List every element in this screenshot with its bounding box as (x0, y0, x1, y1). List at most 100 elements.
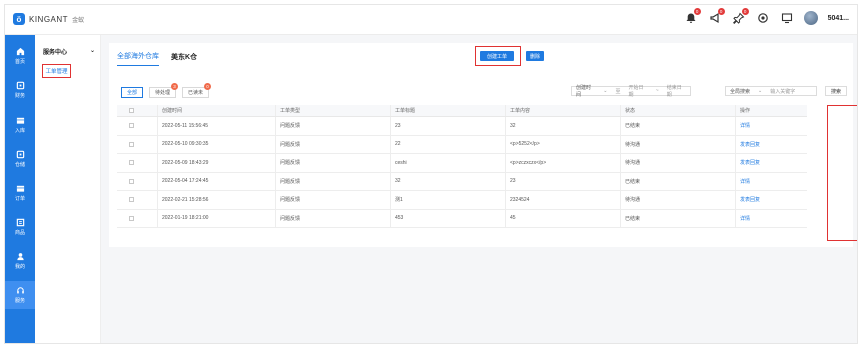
sidebar-item-inbound[interactable]: 入库 (5, 112, 35, 138)
create-ticket-button[interactable]: 创建工单 (480, 51, 514, 61)
sidebar-item-orders[interactable]: 订单 (5, 180, 35, 206)
main-sidebar: 首页 财务 入库 仓储 订单 商品 我的 服务 (5, 35, 35, 343)
table-row: 2022-05-09 18:43:29 问题反馈 ceshi <p>zczxcz… (117, 154, 807, 173)
action-details-link[interactable]: 详情 (735, 117, 807, 135)
wallet-icon (16, 81, 24, 90)
cell-status: 已结束 (620, 117, 735, 135)
cell-type: 问题反馈 (275, 117, 390, 135)
cell-time: 2022-05-10 09:30:35 (157, 135, 275, 153)
search-scope-select[interactable]: 全局搜索 (726, 88, 754, 95)
message-badge: 0 (717, 8, 725, 15)
cell-type: 问题反馈 (275, 154, 390, 172)
row-checkbox[interactable] (129, 123, 134, 129)
settings-icon[interactable] (756, 11, 770, 25)
row-checkbox[interactable] (129, 178, 134, 184)
cell-content: 32 (505, 117, 620, 135)
row-checkbox[interactable] (129, 160, 134, 166)
search-button-wrap: 搜索 (825, 86, 847, 96)
table-row: 2022-05-04 17:24:45 问题反馈 32 23 已结束 详情 (117, 172, 807, 191)
status-tab-pending[interactable]: 待处理 3 (149, 83, 179, 98)
headset-icon (16, 287, 24, 294)
cell-type: 问题反馈 (275, 135, 390, 153)
cell-title: 22 (390, 135, 505, 153)
end-date-input[interactable]: 结束日期 (663, 84, 690, 98)
main-panel: 全部海外仓库 美东K仓 创建工单 删除 全部 待处理 3 已读未 0 创建时间 … (109, 43, 857, 247)
sidebar-item-goods[interactable]: 商品 (5, 214, 35, 240)
row-checkbox[interactable] (129, 215, 134, 221)
sidebar-item-home[interactable]: 首页 (5, 43, 35, 69)
megaphone-icon[interactable]: 0 (708, 8, 725, 25)
username[interactable]: 5041... (828, 15, 849, 22)
action-details-link[interactable]: 详情 (735, 172, 807, 190)
ticket-table: 创建时间 工单类型 工单标题 工单内容 状态 操作 2022-05-11 15:… (117, 105, 807, 228)
search-input[interactable]: 输入关键字 (766, 88, 799, 95)
tab-us-east-k[interactable]: 美东K仓 (171, 52, 197, 66)
cell-content: <p>5252</p> (505, 135, 620, 153)
column-header: 操作 (735, 105, 807, 116)
top-bar: ö KINGANT 金蚁 0 0 0 5041... (5, 5, 857, 35)
action-reply-link[interactable]: 发表回复 (735, 154, 807, 172)
range-separator: ~ (655, 88, 659, 94)
date-separator: 至 (615, 88, 621, 95)
operations-highlight-box (827, 105, 857, 241)
column-header: 工单类型 (275, 105, 390, 116)
action-reply-link[interactable]: 发表回复 (735, 135, 807, 153)
cell-title: 测1 (390, 191, 505, 209)
cell-time: 2022-05-04 17:24:45 (157, 172, 275, 190)
sidebar-item-label: 入库 (14, 128, 25, 134)
table-row: 2022-01-19 18:21:00 问题反馈 453 45 已结束 详情 (117, 209, 807, 228)
cell-time: 2022-05-09 18:43:29 (157, 154, 275, 172)
cell-title: ceshi (390, 154, 505, 172)
cell-status: 待沟通 (620, 154, 735, 172)
cell-time: 2022-05-11 15:56:45 (157, 117, 275, 135)
chevron-down-icon: ⌄ (603, 88, 608, 94)
goods-icon (16, 218, 24, 227)
logo[interactable]: ö KINGANT 金蚁 (13, 13, 84, 25)
sidebar-item-profile[interactable]: 我的 (5, 248, 35, 274)
row-checkbox[interactable] (129, 141, 134, 147)
submenu-title: 服务中心 (43, 50, 68, 56)
status-tabs: 全部 待处理 3 已读未 0 (121, 83, 212, 98)
cell-title: 23 (390, 117, 505, 135)
cell-status: 待沟通 (620, 135, 735, 153)
order-icon (16, 185, 24, 192)
avatar[interactable] (803, 11, 818, 25)
count-badge: 3 (171, 83, 179, 90)
submenu-item-ticket-management[interactable]: 工单管理 (42, 64, 71, 78)
bell-icon[interactable]: 0 (684, 8, 701, 25)
home-icon (16, 47, 24, 56)
cell-title: 453 (390, 209, 505, 227)
tab-all-warehouses[interactable]: 全部海外仓库 (117, 51, 159, 66)
search-button[interactable]: 搜索 (825, 86, 847, 96)
sidebar-item-storage[interactable]: 仓储 (5, 146, 35, 172)
status-tab-label: 全部 (127, 90, 138, 96)
app-window: ö KINGANT 金蚁 0 0 0 5041... 首页 财务 入库 仓储 订… (4, 4, 858, 344)
action-reply-link[interactable]: 发表回复 (735, 191, 807, 209)
status-tab-label: 已读未 (188, 90, 204, 96)
sidebar-item-label: 订单 (14, 196, 25, 202)
status-tab-all[interactable]: 全部 (121, 87, 144, 98)
submenu-header[interactable]: 服务中心 ⌄ (43, 47, 95, 56)
action-details-link[interactable]: 详情 (735, 209, 807, 227)
delete-button[interactable]: 删除 (526, 51, 544, 61)
table-row: 2022-05-10 09:30:35 问题反馈 22 <p>5252</p> … (117, 135, 807, 154)
sidebar-item-label: 我的 (14, 264, 25, 270)
row-checkbox[interactable] (129, 197, 134, 203)
date-filter: 创建时间 ⌄ 至 开始日期 ~ 结束日期 (571, 84, 691, 98)
user-icon (16, 253, 24, 261)
sidebar-item-label: 财务 (14, 93, 25, 99)
sidebar-item-service[interactable]: 服务 (5, 281, 35, 309)
select-all-checkbox[interactable] (129, 108, 134, 113)
pin-icon[interactable]: 0 (732, 8, 749, 25)
logo-text: KINGANT (29, 14, 69, 24)
start-date-input[interactable]: 开始日期 (625, 84, 652, 98)
top-icons: 0 0 0 5041... (684, 8, 849, 25)
sub-sidebar: 服务中心 ⌄ 工单管理 (35, 35, 101, 343)
inbox-icon (16, 117, 24, 124)
status-tab-read[interactable]: 已读未 0 (182, 83, 212, 98)
sidebar-item-finance[interactable]: 财务 (5, 77, 35, 103)
monitor-icon[interactable] (780, 11, 794, 25)
search-filter: 全局搜索 ⌄ 输入关键字 (725, 86, 817, 96)
date-type-select[interactable]: 创建时间 (572, 84, 599, 98)
cell-type: 问题反馈 (275, 172, 390, 190)
